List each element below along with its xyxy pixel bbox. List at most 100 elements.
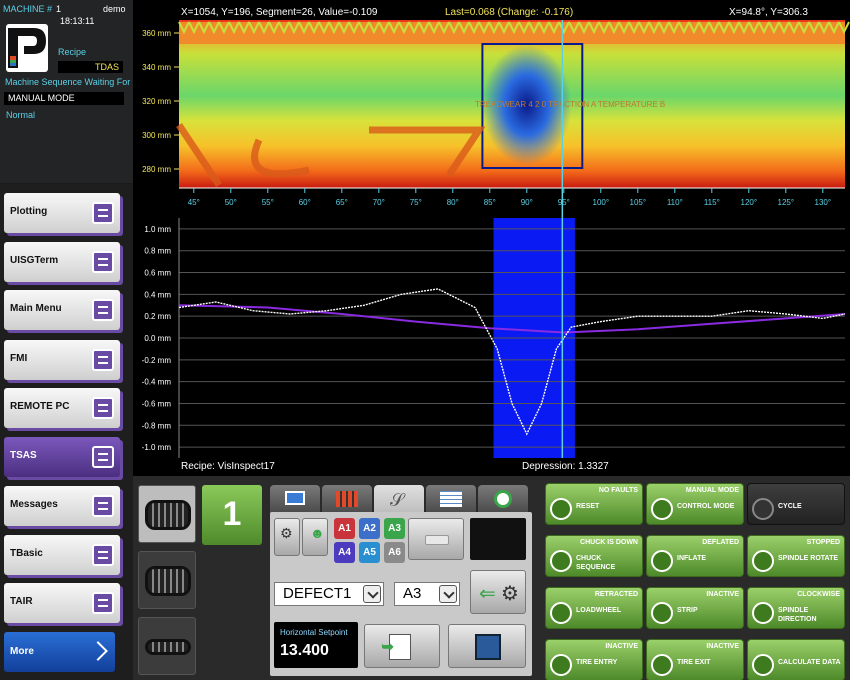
nav-label: UISGTerm [10,255,59,266]
area-button-a3[interactable]: A3 [384,518,405,539]
control-status: NO FAULTS [598,487,638,494]
control-label: RESET [576,503,600,510]
close-icon [651,550,673,572]
control-strip[interactable]: INACTIVE STRIP [646,587,744,629]
y-tick-label: 0.0 mm [144,334,171,343]
x-tick-label: 110° [667,198,683,207]
overlay-text: TREADWEAR 4 2 0 TRACTION A TEMPERATURE B [475,100,665,109]
inspection-plot[interactable]: TREADWEAR 4 2 0 TRACTION A TEMPERATURE B… [133,0,850,476]
apply-settings-button[interactable]: ⇐ ⚙ [470,570,526,614]
nav-tair[interactable]: TAIR [4,583,120,623]
nav-label: Plotting [10,206,48,217]
nav-plotting[interactable]: Plotting [4,193,120,233]
refresh-icon [651,602,673,624]
chevron-right-icon [88,641,108,661]
defect-select[interactable]: DEFECT1 [274,582,384,606]
nav-tsas[interactable]: TSAS [4,437,120,477]
area-button-a4[interactable]: A4 [334,542,355,563]
nav-fmi[interactable]: FMI [4,340,120,380]
x-tick-label: 95° [558,198,570,207]
nav-tbasic[interactable]: TBasic [4,535,120,575]
control-status: INACTIVE [605,643,638,650]
blank-button[interactable] [408,518,464,560]
nav-remote-pc[interactable]: REMOTE PC [4,388,120,428]
cursor-readout: X=1054, Y=196, Segment=26, Value=-0.109 [181,7,378,18]
arrow-gear-icon: ⇐ [479,583,496,605]
nav-main-menu[interactable]: Main Menu [4,290,120,330]
control-status: INACTIVE [706,643,739,650]
control-label: CALCULATE DATA [778,659,841,666]
heat-y-tick: 300 mm [142,131,171,140]
tab-monitor[interactable] [270,485,320,513]
control-label: CYCLE [778,503,802,510]
segment-number[interactable]: 1 [202,485,262,545]
sequence-label: Machine Sequence Waiting For [5,77,131,87]
tab-table[interactable] [426,485,476,513]
control-loadwheel[interactable]: RETRACTED LOADWHEEL [545,587,643,629]
defect-select-value: DEFECT1 [283,585,352,602]
y-tick-label: 0.8 mm [144,247,171,256]
refresh-icon [651,654,673,676]
area-select[interactable]: A3 [394,582,460,606]
y-tick-label: -0.8 mm [142,421,172,430]
table-icon [440,491,462,507]
tire-view-2[interactable] [138,551,196,609]
refresh-icon [550,602,572,624]
tire-view-1[interactable] [138,485,196,543]
control-status: CLOCKWISE [797,591,840,598]
control-chuck-sequence[interactable]: CHUCK IS DOWN CHUCK SEQUENCE [545,535,643,577]
user-settings-button[interactable]: ☻ [302,518,328,556]
window-icon [92,592,114,614]
control-cycle[interactable]: CYCLE [747,483,845,525]
area-select-value: A3 [403,585,422,602]
control-label: INFLATE [677,555,707,562]
tab-history[interactable] [478,485,528,513]
refresh-icon [752,654,774,676]
control-tire-exit[interactable]: INACTIVE TIRE EXIT [646,639,744,680]
window-icon [92,349,114,371]
nav-label: TSAS [10,450,37,461]
control-reset[interactable]: NO FAULTS RESET [545,483,643,525]
control-spindle-direction[interactable]: CLOCKWISE SPINDLE DIRECTION [747,587,845,629]
control-inflate[interactable]: DEFLATED INFLATE [646,535,744,577]
control-status: CHUCK IS DOWN [580,539,638,546]
recipe-footer: Recipe: VisInspect17 [181,461,275,472]
refresh-icon [550,654,572,676]
close-icon [752,550,774,572]
control-spindle-rotate[interactable]: STOPPED SPINDLE ROTATE [747,535,845,577]
nav-messages[interactable]: Messages [4,486,120,526]
control-label: STRIP [677,607,698,614]
area-button-a6[interactable]: A6 [384,542,405,563]
save-button[interactable] [448,624,526,668]
refresh-icon [550,550,572,572]
x-tick-label: 75° [410,198,422,207]
control-calculate-data[interactable]: CALCULATE DATA [747,639,845,680]
copy-button[interactable]: ➥ [364,624,440,668]
window-icon [92,251,114,273]
control-status: STOPPED [806,539,840,546]
area-button-a5[interactable]: A5 [359,542,380,563]
area-button-a1[interactable]: A1 [334,518,355,539]
machine-header: MACHINE # 1 demo 18:13:11 Recipe TDAS Ma… [0,0,133,183]
plot-canvas[interactable]: TREADWEAR 4 2 0 TRACTION A TEMPERATURE B… [133,0,850,476]
tab-levels[interactable] [322,485,372,513]
control-control-mode[interactable]: MANUAL MODE CONTROL MODE [646,483,744,525]
preview-box [470,518,526,560]
control-tire-entry[interactable]: INACTIVE TIRE ENTRY [545,639,643,680]
x-tick-label: 80° [447,198,459,207]
x-tick-label: 65° [336,198,348,207]
close-icon [651,498,673,520]
chevron-down-icon[interactable] [363,585,381,603]
more-button[interactable]: More [4,632,115,672]
settings-grid-button[interactable]: ⚙ [274,518,300,556]
area-button-a2[interactable]: A2 [359,518,380,539]
chevron-down-icon[interactable] [439,585,457,603]
tire-view-3[interactable] [138,617,196,675]
control-status: RETRACTED [594,591,638,598]
defect-panel: ⚙ ☻ A1 A2 A3 A4 A5 A6 DEFECT1 A3 ⇐ ⚙ Hor… [270,512,532,676]
tab-curve[interactable]: 𝒮 [374,485,424,513]
depression-footer: Depression: 1.3327 [522,461,609,472]
refresh-icon [752,498,774,520]
nav-uisgterm[interactable]: UISGTerm [4,242,120,282]
window-icon [92,544,114,566]
